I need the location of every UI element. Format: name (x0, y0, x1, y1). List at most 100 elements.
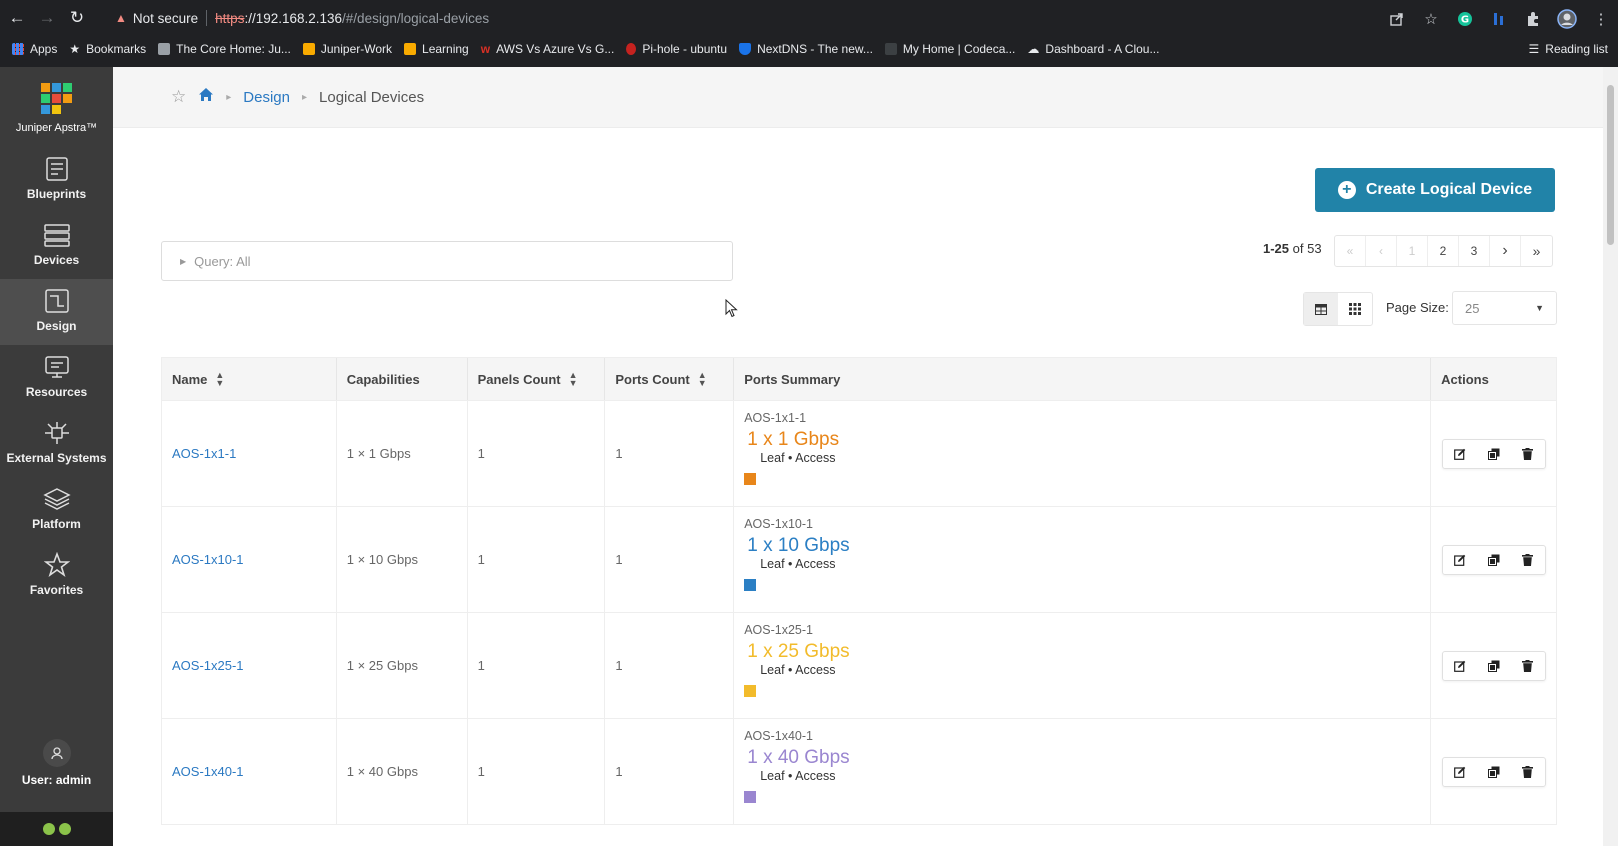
page-size-value: 25 (1465, 300, 1480, 316)
scrollbar-thumb[interactable] (1607, 85, 1614, 245)
address-bar[interactable]: ▲ Not secure https ://192.168.2.136 /#/d… (103, 4, 1433, 32)
delete-icon[interactable] (1511, 652, 1545, 680)
column-header-panels-count[interactable]: Panels Count ▲ ▼ (468, 358, 606, 400)
bookmark-juniper-work[interactable]: Juniper-Work (302, 42, 392, 56)
svg-text:G: G (1461, 15, 1469, 26)
brand-logo[interactable]: Juniper Apstra™ (0, 83, 113, 134)
clone-icon[interactable] (1477, 546, 1511, 574)
sort-icon: ▲ ▼ (697, 370, 707, 388)
device-name-link[interactable]: AOS-1x25-1 (172, 658, 244, 673)
forward-icon[interactable]: → (34, 5, 60, 31)
profile-avatar[interactable] (1556, 8, 1578, 30)
cell-panels-count: 1 (468, 719, 606, 824)
sidebar-item-label: Platform (32, 517, 81, 531)
cell-ports-count: 1 (605, 613, 735, 718)
page-2[interactable]: 2 (1428, 236, 1459, 266)
column-header-ports-count[interactable]: Ports Count ▲ ▼ (605, 358, 735, 400)
page-size-label: Page Size: (1386, 300, 1449, 315)
favorite-star-icon[interactable]: ☆ (171, 87, 186, 107)
column-header-name[interactable]: Name ▲ ▼ (162, 358, 337, 400)
sidebar-item-design[interactable]: Design (0, 279, 113, 345)
security-indicator[interactable]: ▲ Not secure (103, 11, 198, 26)
breadcrumb-design-link[interactable]: Design (243, 89, 290, 106)
bookmark-dashboard[interactable]: ☁ Dashboard - A Clou... (1027, 42, 1159, 56)
grammarly-icon[interactable]: G (1454, 8, 1476, 30)
page-size-select[interactable]: 25 ▼ (1452, 291, 1557, 325)
summary-title: AOS-1x10-1 (744, 517, 813, 531)
external-systems-icon (42, 419, 72, 447)
clone-icon[interactable] (1477, 758, 1511, 786)
cell-name: AOS-1x40-1 (162, 719, 337, 824)
bookmark-star-icon[interactable]: ☆ (1420, 8, 1442, 30)
query-filter[interactable]: ▶ Query: All (161, 241, 733, 281)
create-logical-device-button[interactable]: + Create Logical Device (1315, 168, 1555, 212)
device-name-link[interactable]: AOS-1x1-1 (172, 446, 236, 461)
bookmark-nextdns[interactable]: NextDNS - The new... (739, 42, 873, 56)
delete-icon[interactable] (1511, 546, 1545, 574)
edit-icon[interactable] (1443, 440, 1477, 468)
reload-icon[interactable]: ↻ (64, 5, 90, 31)
bookmark-codecademy[interactable]: My Home | Codeca... (884, 42, 1015, 56)
home-icon[interactable] (198, 87, 214, 107)
sidebar-item-resources[interactable]: Resources (0, 345, 113, 411)
summary-speed: 1 x 25 Gbps (747, 641, 850, 662)
back-icon[interactable]: ← (4, 5, 30, 31)
bookmark-label: Dashboard - A Clou... (1045, 42, 1160, 56)
delete-icon[interactable] (1511, 440, 1545, 468)
delete-icon[interactable] (1511, 758, 1545, 786)
summary-speed: 1 x 40 Gbps (747, 747, 850, 768)
last-page-icon[interactable]: » (1521, 236, 1552, 266)
bookmark-bookmarks[interactable]: ★ Bookmarks (69, 42, 146, 56)
puzzle-icon[interactable] (1522, 8, 1544, 30)
create-button-label: Create Logical Device (1365, 181, 1533, 198)
sidebar-item-label: Devices (33, 253, 80, 267)
bookmark-aws-azure[interactable]: w AWS Vs Azure Vs G... (481, 42, 615, 56)
cell-name: AOS-1x10-1 (162, 507, 337, 612)
page-scrollbar[interactable] (1603, 67, 1618, 846)
kebab-menu-icon[interactable]: ⋮ (1590, 8, 1612, 30)
reading-list[interactable]: ☰ Reading list (1529, 38, 1608, 60)
star-icon: ★ (69, 42, 81, 56)
pagination-range: 1-25 (1263, 241, 1290, 256)
caret-down-icon: ▼ (1535, 303, 1544, 313)
clone-icon[interactable] (1477, 440, 1511, 468)
sidebar-item-platform[interactable]: Platform (0, 477, 113, 543)
edit-icon[interactable] (1443, 546, 1477, 574)
sidebar-item-external-systems[interactable]: External Systems (0, 411, 113, 477)
devices-icon (42, 221, 72, 249)
extension-icon[interactable] (1488, 8, 1510, 30)
edit-icon[interactable] (1443, 652, 1477, 680)
sidebar-item-devices[interactable]: Devices (0, 213, 113, 279)
cell-actions (1431, 613, 1556, 718)
sidebar-item-blueprints[interactable]: Blueprints (0, 147, 113, 213)
sidebar-item-favorites[interactable]: Favorites (0, 543, 113, 609)
edit-icon[interactable] (1443, 758, 1477, 786)
bookmark-apps[interactable]: Apps (12, 42, 57, 56)
grid-view-icon[interactable] (1338, 293, 1372, 325)
table-row: AOS-1x10-1 1 × 10 Gbps 1 1 AOS-1x10-1 1 x 10 … (161, 507, 1557, 613)
reading-list-label: Reading list (1545, 42, 1608, 56)
table-body: AOS-1x1-1 1 × 1 Gbps 1 1 AOS-1x1-1 1 x 1 Gbps… (161, 401, 1557, 825)
table-view-icon[interactable] (1304, 293, 1338, 325)
first-page-icon[interactable]: « (1335, 236, 1366, 266)
cell-panels-count: 1 (468, 507, 606, 612)
query-label: Query: All (194, 253, 251, 269)
cell-actions (1431, 401, 1556, 506)
summary-title: AOS-1x1-1 (744, 411, 807, 425)
page-3[interactable]: 3 (1459, 236, 1490, 266)
clone-icon[interactable] (1477, 652, 1511, 680)
bookmark-core-home[interactable]: The Core Home: Ju... (158, 42, 291, 56)
device-name-link[interactable]: AOS-1x40-1 (172, 764, 244, 779)
summary-title: AOS-1x25-1 (744, 623, 813, 637)
device-name-link[interactable]: AOS-1x10-1 (172, 552, 244, 567)
table-header: Name ▲ ▼ Capabilities Panels Count ▲ ▼ Por… (161, 357, 1557, 401)
bookmark-learning[interactable]: Learning (404, 42, 469, 56)
sort-icon: ▲ ▼ (568, 370, 578, 388)
prev-page-icon[interactable]: ‹ (1366, 236, 1397, 266)
next-page-icon[interactable]: › (1490, 236, 1521, 266)
sidebar-item-label: External Systems (6, 451, 107, 465)
share-icon[interactable] (1386, 8, 1408, 30)
bookmark-pihole[interactable]: Pi-hole - ubuntu (626, 42, 727, 56)
page-1[interactable]: 1 (1397, 236, 1428, 266)
user-menu[interactable]: User: admin (0, 739, 113, 787)
